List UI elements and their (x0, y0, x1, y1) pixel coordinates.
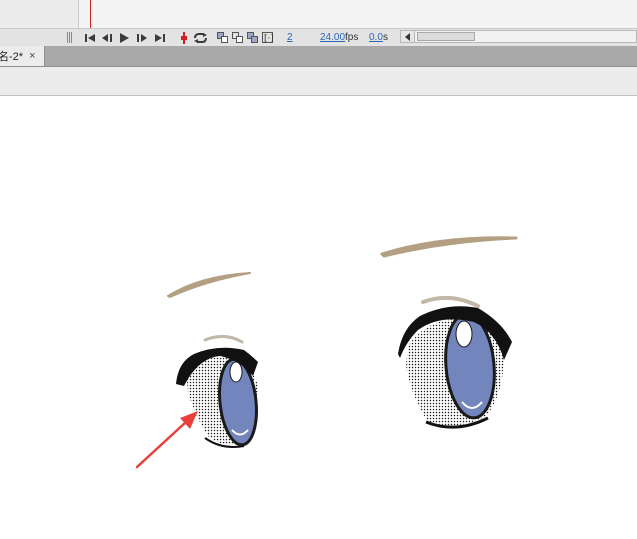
scroll-left-icon[interactable] (401, 31, 415, 42)
time-unit-label: s (383, 32, 388, 43)
time-field[interactable]: 0.0 (369, 31, 383, 44)
edit-multiple-frames-icon[interactable] (246, 31, 258, 44)
stage-artwork (135, 236, 518, 469)
right-iris-highlight (455, 320, 473, 348)
timeline-panel (0, 0, 637, 28)
loop-icon[interactable] (192, 31, 208, 44)
edit-bar (0, 67, 637, 96)
go-to-last-frame-icon[interactable] (153, 31, 167, 44)
play-icon[interactable] (118, 31, 130, 44)
left-eye-crease (203, 335, 244, 344)
fps-field[interactable]: 24.00 (320, 31, 345, 44)
step-forward-icon[interactable] (135, 31, 149, 44)
playhead[interactable] (90, 0, 91, 28)
modify-onion-markers-icon[interactable]: [·] (261, 31, 273, 44)
timeline-frames[interactable] (78, 0, 637, 28)
current-frame-field[interactable]: 2 (287, 31, 293, 44)
onion-skin-outlines-icon[interactable] (231, 31, 243, 44)
svg-text:[·]: [·] (264, 34, 273, 43)
center-frame-icon[interactable] (179, 31, 189, 44)
grip-icon (66, 31, 74, 44)
stage-canvas[interactable] (0, 96, 637, 539)
onion-skin-icon[interactable] (216, 31, 228, 44)
document-tab[interactable]: 名-2* × (0, 46, 45, 66)
annotation-arrow-shaft (135, 420, 188, 469)
fps-unit-label: fps (345, 32, 359, 43)
right-eye-crease (421, 295, 480, 308)
timeline-scrollbar[interactable] (400, 30, 637, 43)
document-tab-title: 名-2* (0, 51, 24, 63)
go-to-first-frame-icon[interactable] (83, 31, 96, 44)
step-back-icon[interactable] (100, 31, 114, 44)
document-tab-bar: 名-2* × (0, 46, 637, 67)
close-icon[interactable]: × (29, 50, 35, 62)
scrollbar-thumb[interactable] (417, 32, 475, 41)
left-eyebrow (167, 272, 251, 298)
left-iris-highlight (229, 361, 243, 383)
animate-window: [·] 2 24.00 fps 0.0 s 名-2* × (0, 0, 637, 539)
right-eyebrow (380, 236, 518, 258)
